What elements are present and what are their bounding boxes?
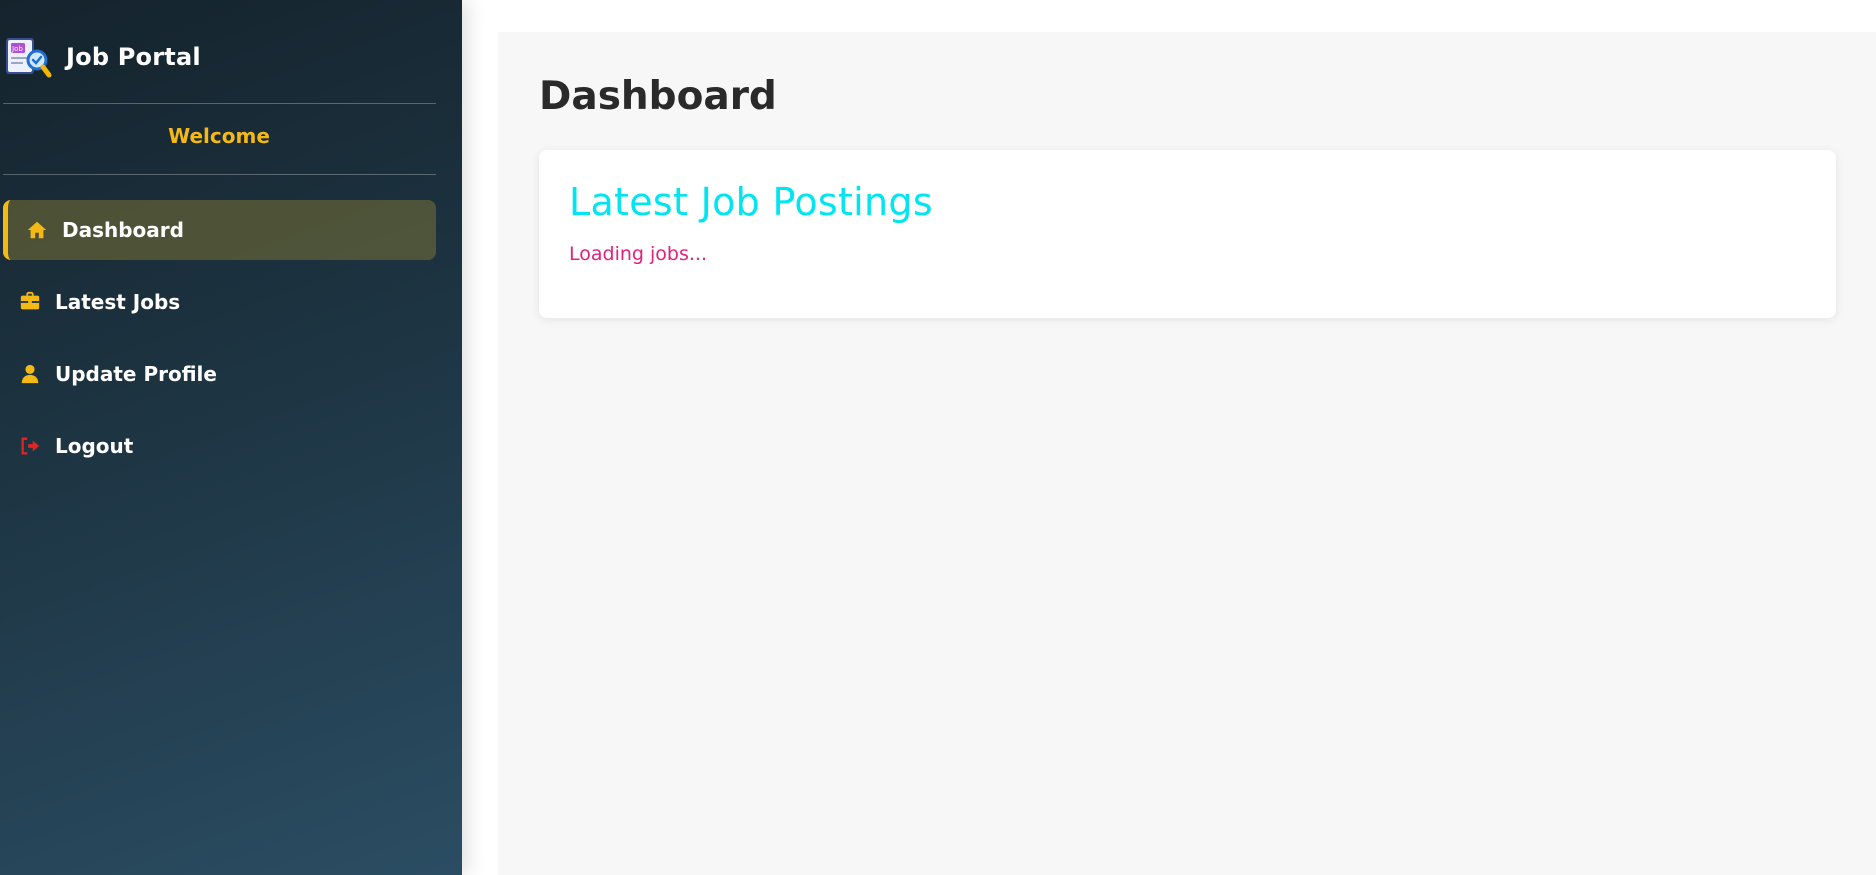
briefcase-icon	[16, 290, 44, 314]
sidebar-item-label: Logout	[55, 434, 134, 458]
latest-jobs-card: Latest Job Postings Loading jobs...	[539, 150, 1836, 318]
sidebar-item-label: Update Profile	[55, 362, 217, 386]
job-search-logo-icon: Job	[4, 33, 52, 81]
content-gutter	[462, 32, 498, 875]
sidebar-item-label: Dashboard	[62, 218, 184, 242]
sidebar-item-update-profile[interactable]: Update Profile	[3, 344, 436, 404]
sidebar-item-latest-jobs[interactable]: Latest Jobs	[3, 272, 436, 332]
sidebar-item-label: Latest Jobs	[55, 290, 181, 314]
card-title: Latest Job Postings	[569, 180, 933, 224]
loading-status: Loading jobs...	[569, 243, 707, 265]
user-icon	[16, 362, 44, 386]
sidebar-item-dashboard[interactable]: Dashboard	[3, 200, 436, 260]
brand[interactable]: Job Job Portal	[4, 32, 201, 82]
home-icon	[23, 218, 51, 242]
logout-icon	[16, 434, 44, 458]
sidebar-divider	[3, 103, 436, 104]
brand-title: Job Portal	[66, 43, 201, 71]
page-title: Dashboard	[539, 74, 777, 119]
top-bar	[462, 0, 1876, 32]
sidebar: Job Job Portal Welcome Dashboard Latest …	[0, 0, 462, 875]
welcome-text: Welcome	[168, 124, 270, 148]
sidebar-item-logout[interactable]: Logout	[3, 416, 436, 476]
svg-text:Job: Job	[11, 45, 23, 53]
main-content: Dashboard Latest Job Postings Loading jo…	[498, 32, 1876, 875]
sidebar-divider	[3, 174, 436, 175]
